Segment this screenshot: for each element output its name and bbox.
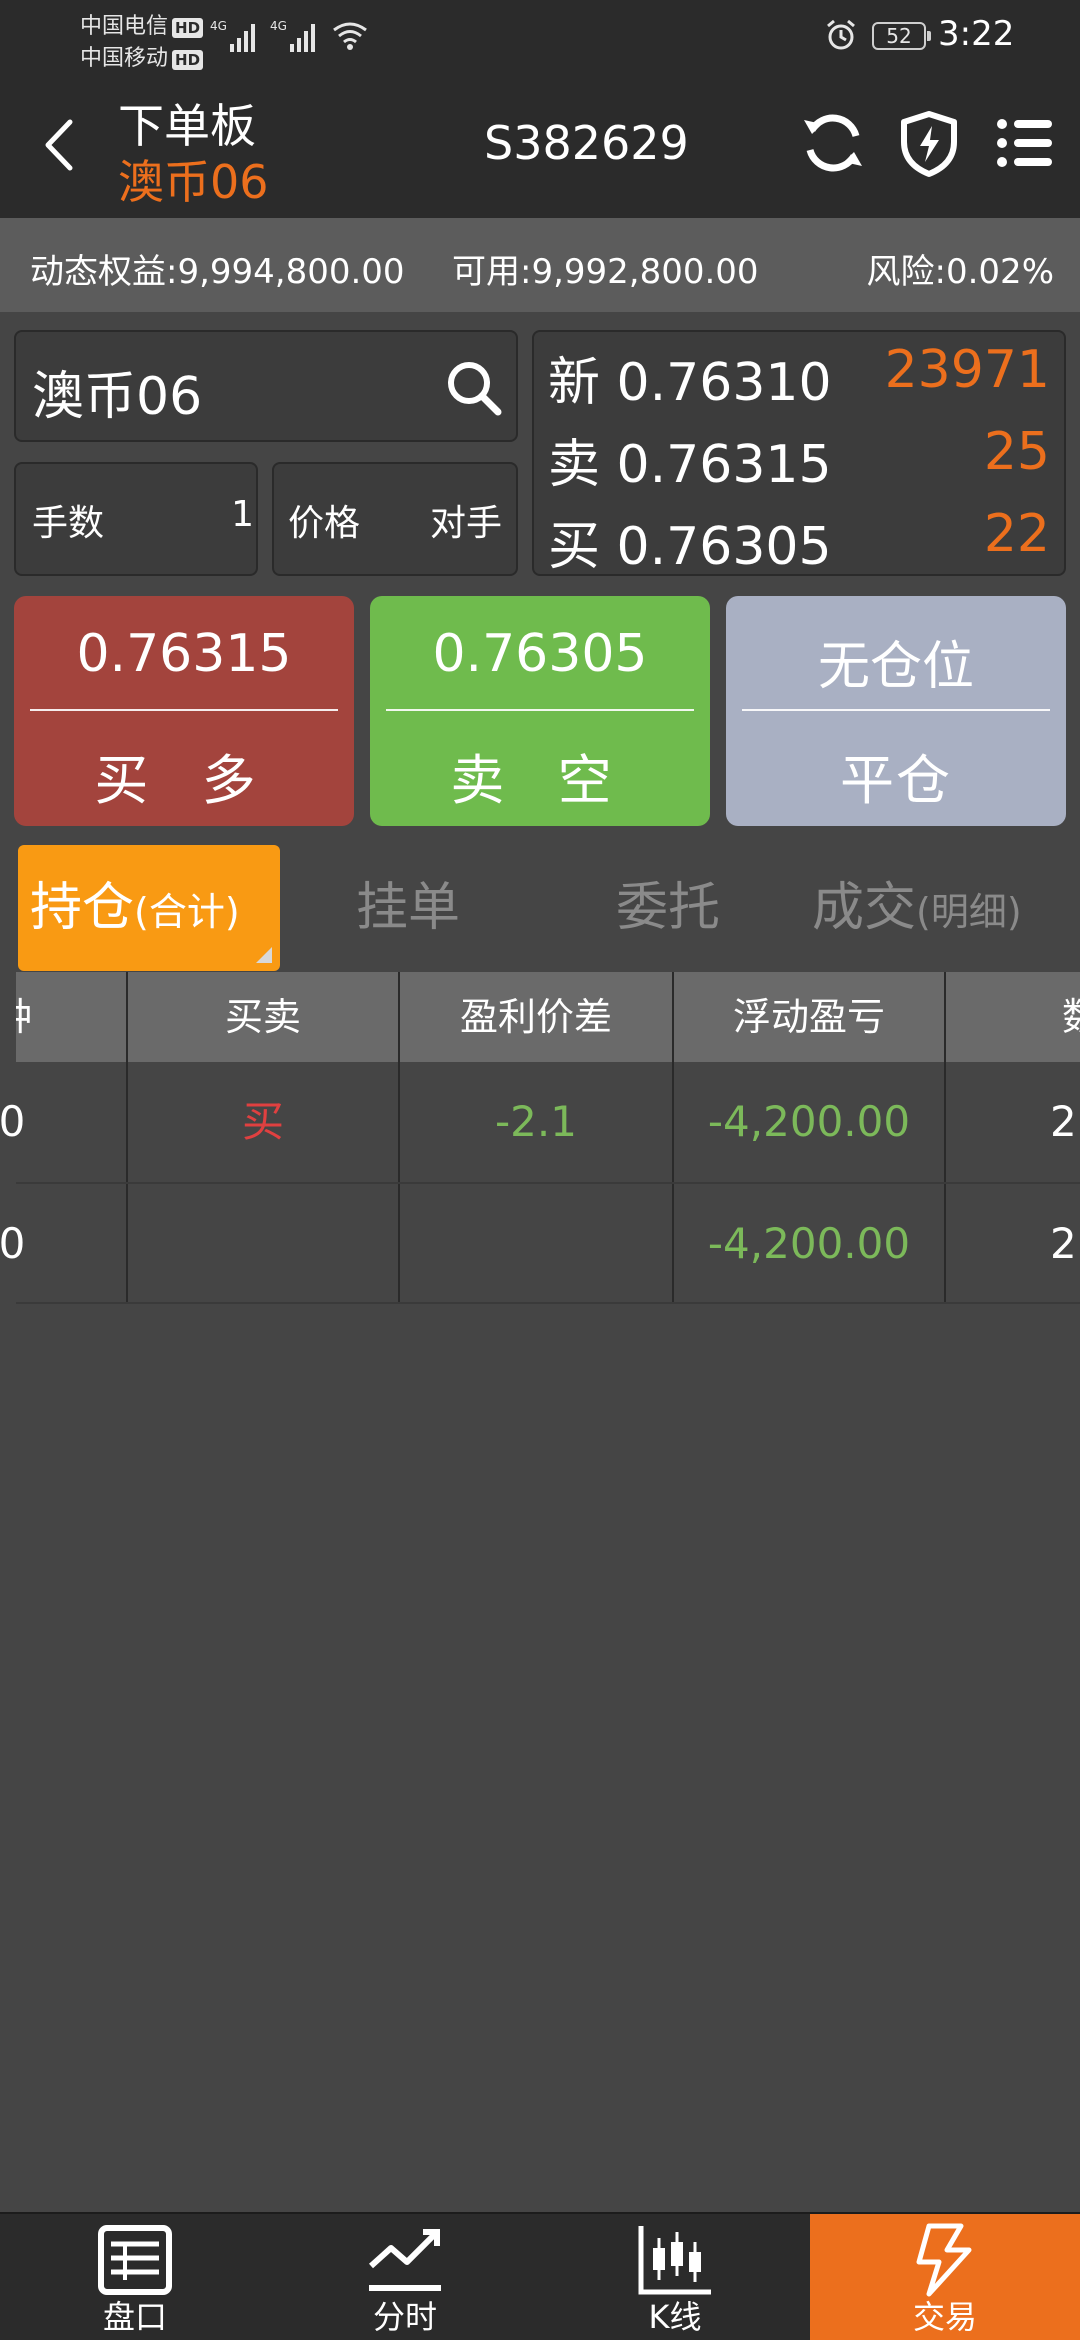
last-price-row: 新 0.76310 xyxy=(548,353,832,413)
nav-item-orderbook[interactable]: 盘口 xyxy=(0,2214,270,2340)
app-header: 下单板 澳币06 S382629 xyxy=(0,70,1080,218)
cell-side xyxy=(128,1184,398,1304)
bottom-nav: 盘口 分时 K线 交易 xyxy=(0,2212,1080,2340)
signal-icon-1: 4G xyxy=(210,19,255,52)
quote-panel: 新 0.76310 23971 卖 0.76315 25 买 0.76305 2… xyxy=(532,330,1066,577)
available-text: 可用:9,992,800.00 xyxy=(452,252,759,292)
nav-item-timeshare[interactable]: 分时 xyxy=(270,2214,540,2340)
wifi-icon xyxy=(333,22,367,50)
cell-price-diff: -2.1 xyxy=(495,1097,577,1146)
tab-trades[interactable]: 成交(明细) xyxy=(812,845,1022,971)
svg-text:4G: 4G xyxy=(210,19,227,33)
close-position-button[interactable]: 无仓位 平仓 xyxy=(726,596,1066,826)
divider xyxy=(742,709,1050,711)
nav-item-kline[interactable]: K线 xyxy=(540,2214,810,2340)
bid-price-row: 买 0.76305 xyxy=(548,517,832,577)
shield-icon[interactable] xyxy=(894,106,964,180)
orderbook-icon xyxy=(98,2225,172,2295)
ask-price-row: 卖 0.76315 xyxy=(548,435,832,495)
cell-floating-pnl: -4,200.00 xyxy=(707,1097,911,1146)
buy-long-button[interactable]: 0.76315 买 多 xyxy=(14,596,354,826)
sell-label: 卖 空 xyxy=(450,749,630,812)
price-type-value[interactable]: 对手 xyxy=(430,494,502,546)
instrument-search[interactable]: 澳币06 xyxy=(14,330,518,442)
cell-side: 买 xyxy=(241,1097,284,1146)
cell-qty: 2 xyxy=(1050,1219,1077,1268)
price-field[interactable]: 价格 对手 xyxy=(272,462,518,576)
sell-price: 0.76305 xyxy=(432,624,648,684)
menu-icon[interactable] xyxy=(990,106,1060,180)
status-bar: 中国电信 HD 中国移动 HD 4G 4G 52 3:22 xyxy=(0,0,1080,72)
corner-indicator-icon xyxy=(256,947,272,963)
divider xyxy=(30,709,338,711)
quantity-field[interactable]: 手数 1 xyxy=(14,462,258,576)
carrier-2: 中国移动 HD xyxy=(80,40,204,72)
clock: 3:22 xyxy=(938,14,1015,54)
col-header-side: 买卖 xyxy=(224,995,301,1039)
col-header-qty: 数 xyxy=(946,972,1080,1062)
account-summary-bar: 动态权益:9,994,800.00 可用:9,992,800.00 风险:0.0… xyxy=(0,218,1080,312)
account-id: S382629 xyxy=(484,116,689,170)
price-label: 价格 xyxy=(288,503,361,544)
col-header-instrument: 种 xyxy=(16,972,126,1062)
refresh-icon[interactable] xyxy=(798,106,868,180)
search-input[interactable]: 澳币06 xyxy=(32,354,202,429)
trend-line-icon xyxy=(368,2229,441,2291)
tab-pending[interactable]: 挂单 xyxy=(356,845,460,971)
nav-item-trade[interactable]: 交易 xyxy=(810,2214,1080,2340)
nav-label: 交易 xyxy=(912,2298,977,2336)
divider xyxy=(386,709,694,711)
signal-icon-2: 4G xyxy=(270,19,315,52)
cell-floating-pnl: -4,200.00 xyxy=(707,1219,911,1268)
candlestick-icon xyxy=(638,2226,711,2295)
svg-text:4G: 4G xyxy=(270,19,287,33)
carrier-1: 中国电信 HD xyxy=(80,8,204,40)
battery-indicator: 52 xyxy=(872,22,931,50)
cell-instrument: 0 xyxy=(0,1219,26,1268)
tab-position[interactable]: 持仓(合计) xyxy=(18,845,280,971)
table-header: 种 买卖 盈利价差 浮动盈亏 数 xyxy=(0,972,1080,1062)
alarm-icon xyxy=(827,19,855,50)
col-header-floating-pnl: 浮动盈亏 xyxy=(732,995,885,1039)
bid-volume: 22 xyxy=(983,504,1050,564)
cell-qty: 2 xyxy=(1050,1097,1077,1146)
back-icon[interactable] xyxy=(34,112,88,178)
lightning-icon xyxy=(916,2223,972,2297)
ask-volume: 25 xyxy=(983,422,1050,482)
risk-text: 风险:0.02% xyxy=(866,252,1054,292)
close-label: 平仓 xyxy=(840,749,952,812)
quantity-value[interactable]: 1 xyxy=(231,494,254,535)
nav-label: K线 xyxy=(648,2298,702,2336)
nav-label: 分时 xyxy=(372,2298,437,2336)
position-status: 无仓位 xyxy=(817,637,974,697)
search-icon[interactable] xyxy=(444,358,504,418)
sell-short-button[interactable]: 0.76305 卖 空 xyxy=(370,596,710,826)
tab-orders[interactable]: 委托 xyxy=(616,845,720,971)
last-volume: 23971 xyxy=(884,340,1050,400)
col-header-price-diff: 盈利价差 xyxy=(459,995,612,1039)
cell-instrument: 0 xyxy=(0,1097,26,1146)
quantity-label: 手数 xyxy=(32,503,105,544)
nav-label: 盘口 xyxy=(102,2298,167,2336)
buy-label: 买 多 xyxy=(94,749,274,812)
equity-text: 动态权益:9,994,800.00 xyxy=(30,252,405,292)
cell-price-diff xyxy=(400,1184,672,1304)
buy-price: 0.76315 xyxy=(76,624,292,684)
instrument-name: 澳币06 xyxy=(118,155,269,209)
